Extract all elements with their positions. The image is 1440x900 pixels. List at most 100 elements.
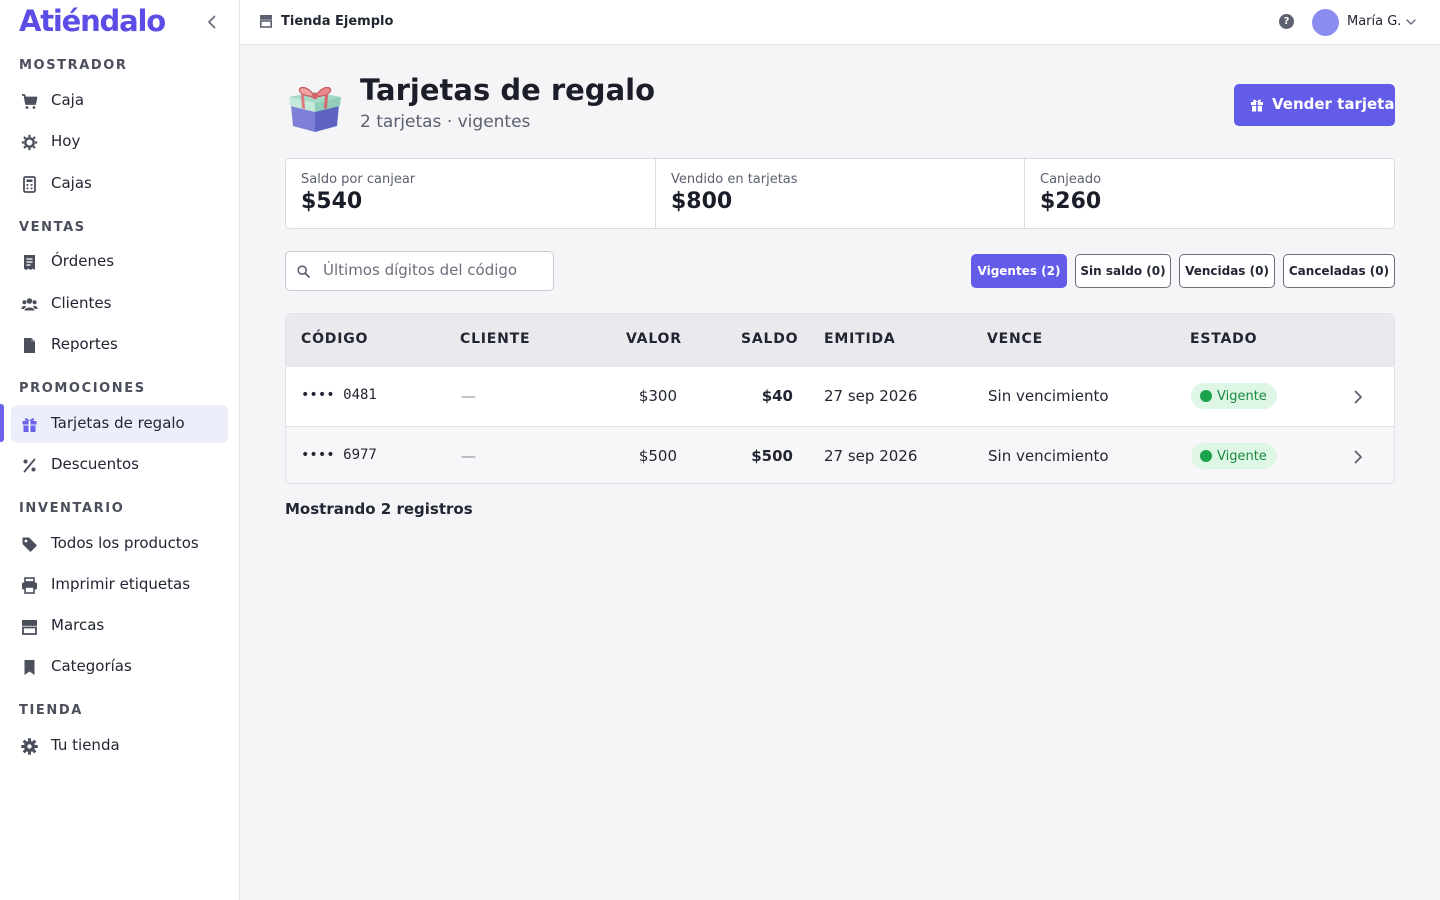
gift-cards-table: CÓDIGO CLIENTE VALOR SALDO EMITIDA VENCE…: [285, 313, 1395, 484]
sidebar-item-label: Categorías: [51, 657, 132, 675]
sidebar-item-tu-tienda[interactable]: Tu tienda: [11, 727, 228, 765]
sidebar-item-label: Marcas: [51, 616, 105, 634]
sidebar-item-label: Descuentos: [51, 455, 139, 473]
stat-value: $540: [301, 189, 363, 214]
column-header-codigo[interactable]: CÓDIGO: [301, 331, 368, 347]
card-code: •••• 6977: [301, 447, 377, 463]
stat-canjeado: Canjeado $260: [1025, 159, 1394, 228]
sidebar-item-caja[interactable]: Caja: [11, 82, 228, 120]
page-title: Tarjetas de regalo: [360, 73, 655, 107]
card-issued: 27 sep 2026: [824, 447, 918, 465]
calculator-icon: [23, 176, 36, 193]
status-label: Vigente: [1217, 448, 1267, 464]
gift-box-illustration: [289, 86, 341, 132]
sidebar-item-reportes[interactable]: Reportes: [11, 326, 228, 364]
stat-value: $260: [1040, 189, 1102, 214]
bookmark-icon: [24, 660, 35, 675]
user-name[interactable]: María G.: [1347, 14, 1401, 29]
card-client: —: [461, 387, 476, 405]
printer-icon: [22, 577, 37, 594]
sidebar-item-clientes[interactable]: Clientes: [11, 285, 228, 323]
card-value: $300: [638, 387, 677, 405]
page-subtitle: 2 tarjetas · vigentes: [360, 112, 531, 132]
filter-vencidas[interactable]: Vencidas (0): [1179, 254, 1275, 288]
card-balance: $500: [751, 447, 793, 465]
sidebar-item-label: Tu tienda: [51, 736, 120, 754]
stat-vendido-en-tarjetas: Vendido en tarjetas $800: [656, 159, 1025, 228]
status-dot: [1200, 390, 1212, 402]
sidebar: Atiéndalo MOSTRADOR Caja Hoy Cajas VENTA…: [0, 0, 240, 900]
sidebar-item-label: Tarjetas de regalo: [51, 414, 185, 432]
card-balance: $40: [761, 387, 793, 405]
topbar: Tienda Ejemplo ? María G.: [240, 0, 1440, 45]
sidebar-item-descuentos[interactable]: Descuentos: [11, 446, 228, 484]
chevron-right-icon[interactable]: [1352, 450, 1364, 464]
store-name[interactable]: Tienda Ejemplo: [281, 14, 393, 29]
column-header-valor[interactable]: VALOR: [626, 331, 682, 347]
status-dot: [1200, 450, 1212, 462]
stat-label: Vendido en tarjetas: [671, 172, 798, 187]
gear-icon: [21, 738, 38, 755]
chevron-left-icon[interactable]: [203, 13, 221, 31]
gift-icon: [1251, 99, 1263, 112]
column-header-saldo[interactable]: SALDO: [741, 331, 798, 347]
sidebar-item-tarjetas-de-regalo[interactable]: Tarjetas de regalo: [11, 405, 228, 443]
card-expires: Sin vencimiento: [988, 447, 1109, 465]
sidebar-item-label: Reportes: [51, 335, 118, 353]
search-icon: [297, 265, 310, 278]
card-expires: Sin vencimiento: [988, 387, 1109, 405]
status-label: Vigente: [1217, 388, 1267, 404]
sidebar-item-label: Clientes: [51, 294, 112, 312]
section-title-inventario: INVENTARIO: [19, 501, 125, 516]
sidebar-item-marcas[interactable]: Marcas: [11, 607, 228, 645]
active-indicator: [0, 404, 4, 442]
percent-icon: [23, 458, 36, 473]
sidebar-item-ordenes[interactable]: Órdenes: [11, 243, 228, 281]
brand-logo[interactable]: Atiéndalo: [19, 4, 166, 38]
column-header-emitida[interactable]: EMITIDA: [824, 331, 896, 347]
chevron-down-icon[interactable]: [1405, 16, 1417, 28]
section-title-promociones: PROMOCIONES: [19, 381, 146, 396]
card-value: $500: [638, 447, 677, 465]
card-client: —: [461, 447, 476, 465]
table-header: CÓDIGO CLIENTE VALOR SALDO EMITIDA VENCE…: [286, 314, 1394, 367]
sell-gift-card-button[interactable]: Vender tarjeta: [1234, 84, 1395, 126]
status-badge: Vigente: [1191, 443, 1277, 469]
avatar[interactable]: [1312, 9, 1339, 36]
gift-icon: [22, 418, 37, 432]
stat-saldo-por-canjear: Saldo por canjear $540: [286, 159, 656, 228]
sell-button-label: Vender tarjeta: [1272, 95, 1395, 113]
sidebar-item-label: Hoy: [51, 132, 81, 150]
help-icon[interactable]: ?: [1279, 14, 1294, 29]
table-row[interactable]: •••• 6977 — $500 $500 27 sep 2026 Sin ve…: [286, 427, 1394, 483]
sidebar-item-label: Cajas: [51, 174, 92, 192]
filter-sin-saldo[interactable]: Sin saldo (0): [1075, 254, 1171, 288]
sidebar-item-label: Imprimir etiquetas: [51, 575, 191, 593]
sidebar-item-cajas[interactable]: Cajas: [11, 165, 228, 203]
column-header-vence[interactable]: VENCE: [987, 331, 1043, 347]
section-title-mostrador: MOSTRADOR: [19, 58, 128, 73]
filter-canceladas[interactable]: Canceladas (0): [1283, 254, 1395, 288]
section-title-ventas: VENTAS: [19, 220, 86, 235]
document-icon: [24, 338, 35, 353]
section-title-tienda: TIENDA: [19, 703, 83, 718]
sidebar-item-label: Caja: [51, 91, 85, 109]
stat-label: Canjeado: [1040, 172, 1102, 187]
store-icon: [22, 620, 37, 635]
stat-value: $800: [671, 189, 733, 214]
stats-panel: Saldo por canjear $540 Vendido en tarjet…: [285, 158, 1395, 229]
search-input[interactable]: [323, 261, 543, 279]
sidebar-item-categorias[interactable]: Categorías: [11, 648, 228, 686]
cart-icon: [22, 94, 38, 109]
stat-label: Saldo por canjear: [301, 172, 416, 187]
chevron-right-icon[interactable]: [1352, 390, 1364, 404]
sidebar-item-imprimir-etiquetas[interactable]: Imprimir etiquetas: [11, 566, 228, 604]
column-header-estado[interactable]: ESTADO: [1190, 331, 1257, 347]
sidebar-item-label: Todos los productos: [51, 534, 199, 552]
sidebar-item-hoy[interactable]: Hoy: [11, 123, 228, 161]
sidebar-item-todos-los-productos[interactable]: Todos los productos: [11, 525, 228, 563]
filter-vigentes[interactable]: Vigentes (2): [971, 254, 1067, 288]
receipt-icon: [24, 255, 35, 270]
column-header-cliente[interactable]: CLIENTE: [460, 331, 530, 347]
table-row[interactable]: •••• 0481 — $300 $40 27 sep 2026 Sin ven…: [286, 367, 1394, 426]
